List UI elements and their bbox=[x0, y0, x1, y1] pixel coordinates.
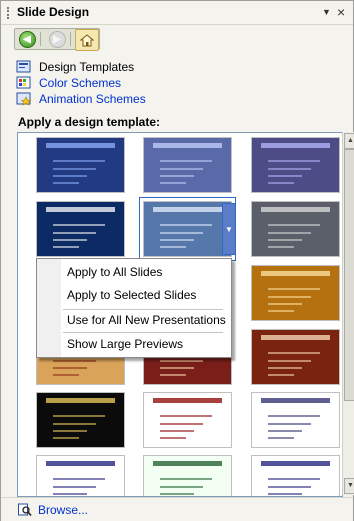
scrollbar-thumb[interactable] bbox=[344, 149, 354, 401]
design-template-thumbnail[interactable] bbox=[143, 455, 232, 496]
task-pane-title: Slide Design bbox=[17, 5, 90, 19]
menu-icon-gutter bbox=[37, 259, 61, 357]
scroll-up-arrow-icon[interactable]: ▲ bbox=[344, 133, 354, 149]
animation-schemes-icon bbox=[16, 92, 32, 106]
template-dropdown-button[interactable]: ▼ bbox=[222, 203, 236, 255]
design-template-thumbnail[interactable] bbox=[251, 137, 340, 193]
chevron-down-icon: ▼ bbox=[225, 224, 233, 234]
color-schemes-icon bbox=[16, 76, 31, 89]
task-pane-navigation: ◀ ▶ bbox=[1, 25, 353, 51]
link-design-templates[interactable]: Design Templates bbox=[16, 59, 134, 75]
gallery-scrollbar[interactable]: ▲ ▼ bbox=[342, 132, 354, 495]
design-template-thumbnail[interactable] bbox=[251, 329, 340, 385]
forward-arrow-icon: ▶ bbox=[48, 30, 66, 48]
menu-item-use-for-all-new[interactable]: Use for All New Presentations bbox=[67, 311, 226, 329]
back-arrow-icon: ◀ bbox=[18, 30, 36, 48]
link-label: Color Schemes bbox=[39, 76, 122, 90]
menu-item-apply-all[interactable]: Apply to All Slides bbox=[67, 263, 162, 281]
task-pane-menu-icon[interactable]: ▼ bbox=[322, 7, 331, 17]
design-templates-icon bbox=[16, 60, 31, 73]
design-template-thumbnail[interactable] bbox=[139, 197, 236, 261]
design-template-thumbnail[interactable] bbox=[143, 392, 232, 448]
task-pane-title-bar: Slide Design ▼ × bbox=[1, 1, 353, 25]
link-animation-schemes[interactable]: Animation Schemes bbox=[16, 91, 146, 107]
menu-item-show-large-previews[interactable]: Show Large Previews bbox=[67, 335, 183, 353]
link-color-schemes[interactable]: Color Schemes bbox=[16, 75, 121, 91]
design-template-thumbnail[interactable] bbox=[251, 392, 340, 448]
gallery-heading: Apply a design template: bbox=[18, 115, 161, 129]
browse-icon bbox=[18, 503, 32, 517]
menu-separator bbox=[63, 309, 223, 310]
template-context-menu: Apply to All Slides Apply to Selected Sl… bbox=[36, 258, 232, 358]
menu-item-apply-selected[interactable]: Apply to Selected Slides bbox=[67, 286, 196, 304]
design-template-thumbnail[interactable] bbox=[36, 137, 125, 193]
drag-grip-icon[interactable] bbox=[7, 7, 11, 19]
forward-button[interactable]: ▶ bbox=[47, 30, 67, 48]
back-button[interactable]: ◀ bbox=[17, 30, 37, 48]
home-icon bbox=[80, 33, 94, 46]
close-icon[interactable]: × bbox=[337, 4, 345, 20]
link-label: Animation Schemes bbox=[39, 92, 146, 106]
slide-design-task-pane: Slide Design ▼ × ◀ ▶ Design Templates Co… bbox=[0, 0, 354, 521]
nav-separator bbox=[70, 32, 71, 46]
browse-link[interactable]: Browse... bbox=[18, 503, 88, 517]
design-template-thumbnail[interactable] bbox=[36, 201, 125, 257]
browse-label: Browse... bbox=[38, 503, 89, 517]
design-template-thumbnail[interactable] bbox=[251, 265, 340, 321]
menu-separator bbox=[63, 332, 223, 333]
design-template-thumbnail[interactable] bbox=[36, 392, 125, 448]
scroll-down-arrow-icon[interactable]: ▼ bbox=[344, 478, 354, 494]
nav-separator bbox=[40, 32, 41, 46]
design-template-thumbnail[interactable] bbox=[251, 455, 340, 496]
design-template-thumbnail[interactable] bbox=[143, 137, 232, 193]
link-label: Design Templates bbox=[39, 60, 135, 74]
task-pane-footer: Browse... bbox=[1, 497, 353, 521]
nav-button-group: ◀ ▶ bbox=[14, 28, 100, 51]
design-template-thumbnail[interactable] bbox=[251, 201, 340, 257]
design-template-thumbnail[interactable] bbox=[36, 455, 125, 496]
home-button[interactable] bbox=[75, 29, 99, 51]
